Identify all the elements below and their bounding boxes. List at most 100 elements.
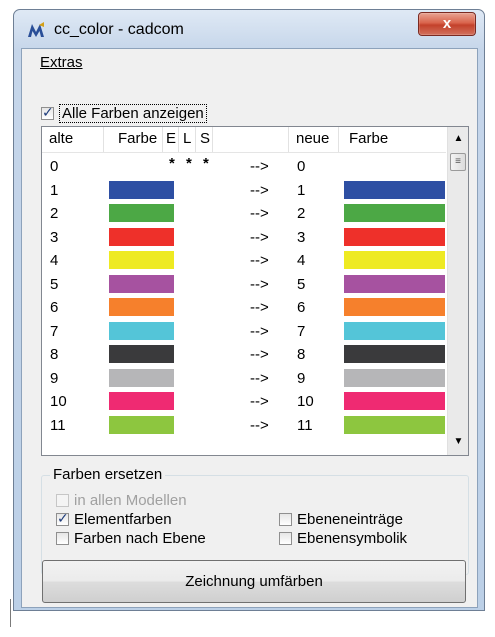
scroll-thumb[interactable]: ≡ [450, 153, 466, 171]
title-bar[interactable]: cc_color - cadcom x [14, 10, 484, 48]
new-color-number: 7 [297, 322, 306, 340]
col-l[interactable]: L [183, 130, 191, 147]
level-entries-label: Ebeneneinträge [297, 511, 403, 528]
new-color-swatch [344, 321, 445, 340]
col-s[interactable]: S [200, 130, 210, 147]
scroll-up-arrow-icon[interactable]: ▲ [450, 130, 467, 147]
old-color-number: 5 [50, 275, 59, 293]
old-color-number: 7 [50, 322, 59, 340]
old-color-swatch [109, 415, 174, 434]
replace-colors-group-title: Farben ersetzen [50, 466, 166, 483]
level-symbology-checkbox-row[interactable]: Ebenensymbolik [279, 530, 407, 547]
element-colors-checkbox-row[interactable]: Elementfarben [56, 510, 172, 528]
new-color-swatch [344, 392, 445, 410]
old-color-number: 8 [50, 346, 59, 363]
old-color-swatch [109, 345, 174, 363]
list-item[interactable]: 4 --> 4 [42, 251, 446, 270]
window-title: cc_color - cadcom [54, 21, 184, 38]
all-models-label: in allen Modellen [74, 492, 187, 509]
mapping-arrow: --> [250, 393, 269, 410]
new-color-number: 3 [297, 228, 306, 246]
list-item[interactable]: 6 --> 6 [42, 298, 446, 317]
new-color-swatch [344, 345, 445, 363]
list-item[interactable]: 10 --> 10 [42, 392, 446, 411]
level-symbology-checkbox[interactable] [279, 532, 292, 545]
list-item[interactable]: 9 --> 9 [42, 368, 446, 388]
mapping-arrow: --> [250, 346, 269, 363]
new-color-swatch [344, 251, 445, 269]
new-color-swatch [344, 298, 445, 316]
old-color-number: 3 [50, 228, 59, 246]
old-color-number: 1 [50, 181, 59, 199]
new-color-number: 11 [297, 416, 313, 434]
old-color-swatch [109, 298, 174, 316]
list-item[interactable]: 7 --> 7 [42, 321, 446, 341]
recolor-drawing-button[interactable]: Zeichnung umfärben [42, 560, 466, 603]
list-item[interactable]: 5 --> 5 [42, 274, 446, 294]
all-models-checkbox [56, 494, 69, 507]
old-color-number: 6 [50, 299, 59, 316]
app-window: cc_color - cadcom x Extras Alle Farben a… [13, 9, 485, 611]
new-color-number: 5 [297, 275, 306, 293]
new-color-swatch [344, 368, 445, 387]
menu-bar: Extras [22, 49, 477, 73]
close-icon: x [442, 15, 452, 32]
col-divider [178, 127, 179, 152]
flag-s: * [203, 155, 209, 172]
list-item[interactable]: 11 --> 11 [42, 415, 446, 435]
old-color-swatch [109, 204, 174, 222]
col-new-color[interactable]: Farbe [349, 130, 388, 147]
col-divider [338, 127, 339, 152]
new-color-swatch [344, 204, 445, 222]
mapping-arrow: --> [250, 181, 269, 199]
colors-by-level-checkbox[interactable] [56, 532, 69, 545]
list-item[interactable]: 3 --> 3 [42, 227, 446, 247]
level-symbology-label: Ebenensymbolik [297, 530, 408, 547]
mapping-arrow: --> [250, 158, 269, 175]
col-old[interactable]: alte [49, 130, 73, 147]
list-item[interactable]: 8 --> 8 [42, 345, 446, 364]
new-color-number: 6 [297, 299, 306, 316]
old-color-swatch [109, 274, 174, 293]
show-all-colors-checkbox-row[interactable]: Alle Farben anzeigen [41, 104, 207, 123]
flag-l: * [186, 155, 192, 172]
scroll-down-arrow-icon[interactable]: ▼ [450, 433, 467, 450]
flag-e: * [169, 155, 175, 172]
list-item[interactable]: 1 --> 1 [42, 180, 446, 200]
new-color-swatch [344, 274, 445, 293]
colors-by-level-checkbox-row[interactable]: Farben nach Ebene [56, 530, 206, 547]
list-item[interactable]: 2 --> 2 [42, 204, 446, 223]
old-color-swatch [109, 368, 174, 387]
new-color-number: 4 [297, 252, 306, 269]
old-color-number: 2 [50, 205, 59, 222]
mapping-arrow: --> [250, 322, 269, 340]
col-divider [212, 127, 213, 152]
old-color-number: 0 [50, 158, 59, 175]
dialog-body: Extras Alle Farben anzeigen alte Farbe E… [21, 48, 478, 608]
col-new[interactable]: neue [296, 130, 329, 147]
col-divider [195, 127, 196, 152]
window-edge-line [10, 599, 11, 627]
mapping-arrow: --> [250, 252, 269, 269]
element-colors-checkbox[interactable] [56, 510, 69, 527]
mapping-arrow: --> [250, 299, 269, 316]
new-color-swatch [344, 415, 445, 434]
all-models-checkbox-row: in allen Modellen [56, 492, 187, 509]
new-color-number: 0 [297, 158, 306, 175]
level-entries-checkbox-row[interactable]: Ebeneneinträge [279, 511, 403, 528]
col-old-color[interactable]: Farbe [118, 130, 157, 147]
menu-extras[interactable]: Extras [40, 54, 83, 71]
level-entries-checkbox[interactable] [279, 513, 292, 526]
app-logo-icon [28, 22, 44, 37]
color-mapping-list[interactable]: alte Farbe E L S neue Farbe 0 * * * --> 0 1 -->… [41, 126, 469, 456]
show-all-colors-label: Alle Farben anzeigen [59, 104, 207, 123]
new-color-number: 9 [297, 369, 306, 387]
close-button[interactable]: x [418, 12, 476, 36]
new-color-number: 1 [297, 181, 306, 199]
col-e[interactable]: E [166, 130, 176, 147]
show-all-colors-checkbox[interactable] [41, 104, 54, 121]
list-item[interactable]: 0 * * * --> 0 [42, 155, 446, 176]
mapping-arrow: --> [250, 228, 269, 246]
old-color-swatch [109, 227, 174, 246]
list-scrollbar[interactable]: ▲ ≡ ▼ [447, 127, 468, 455]
